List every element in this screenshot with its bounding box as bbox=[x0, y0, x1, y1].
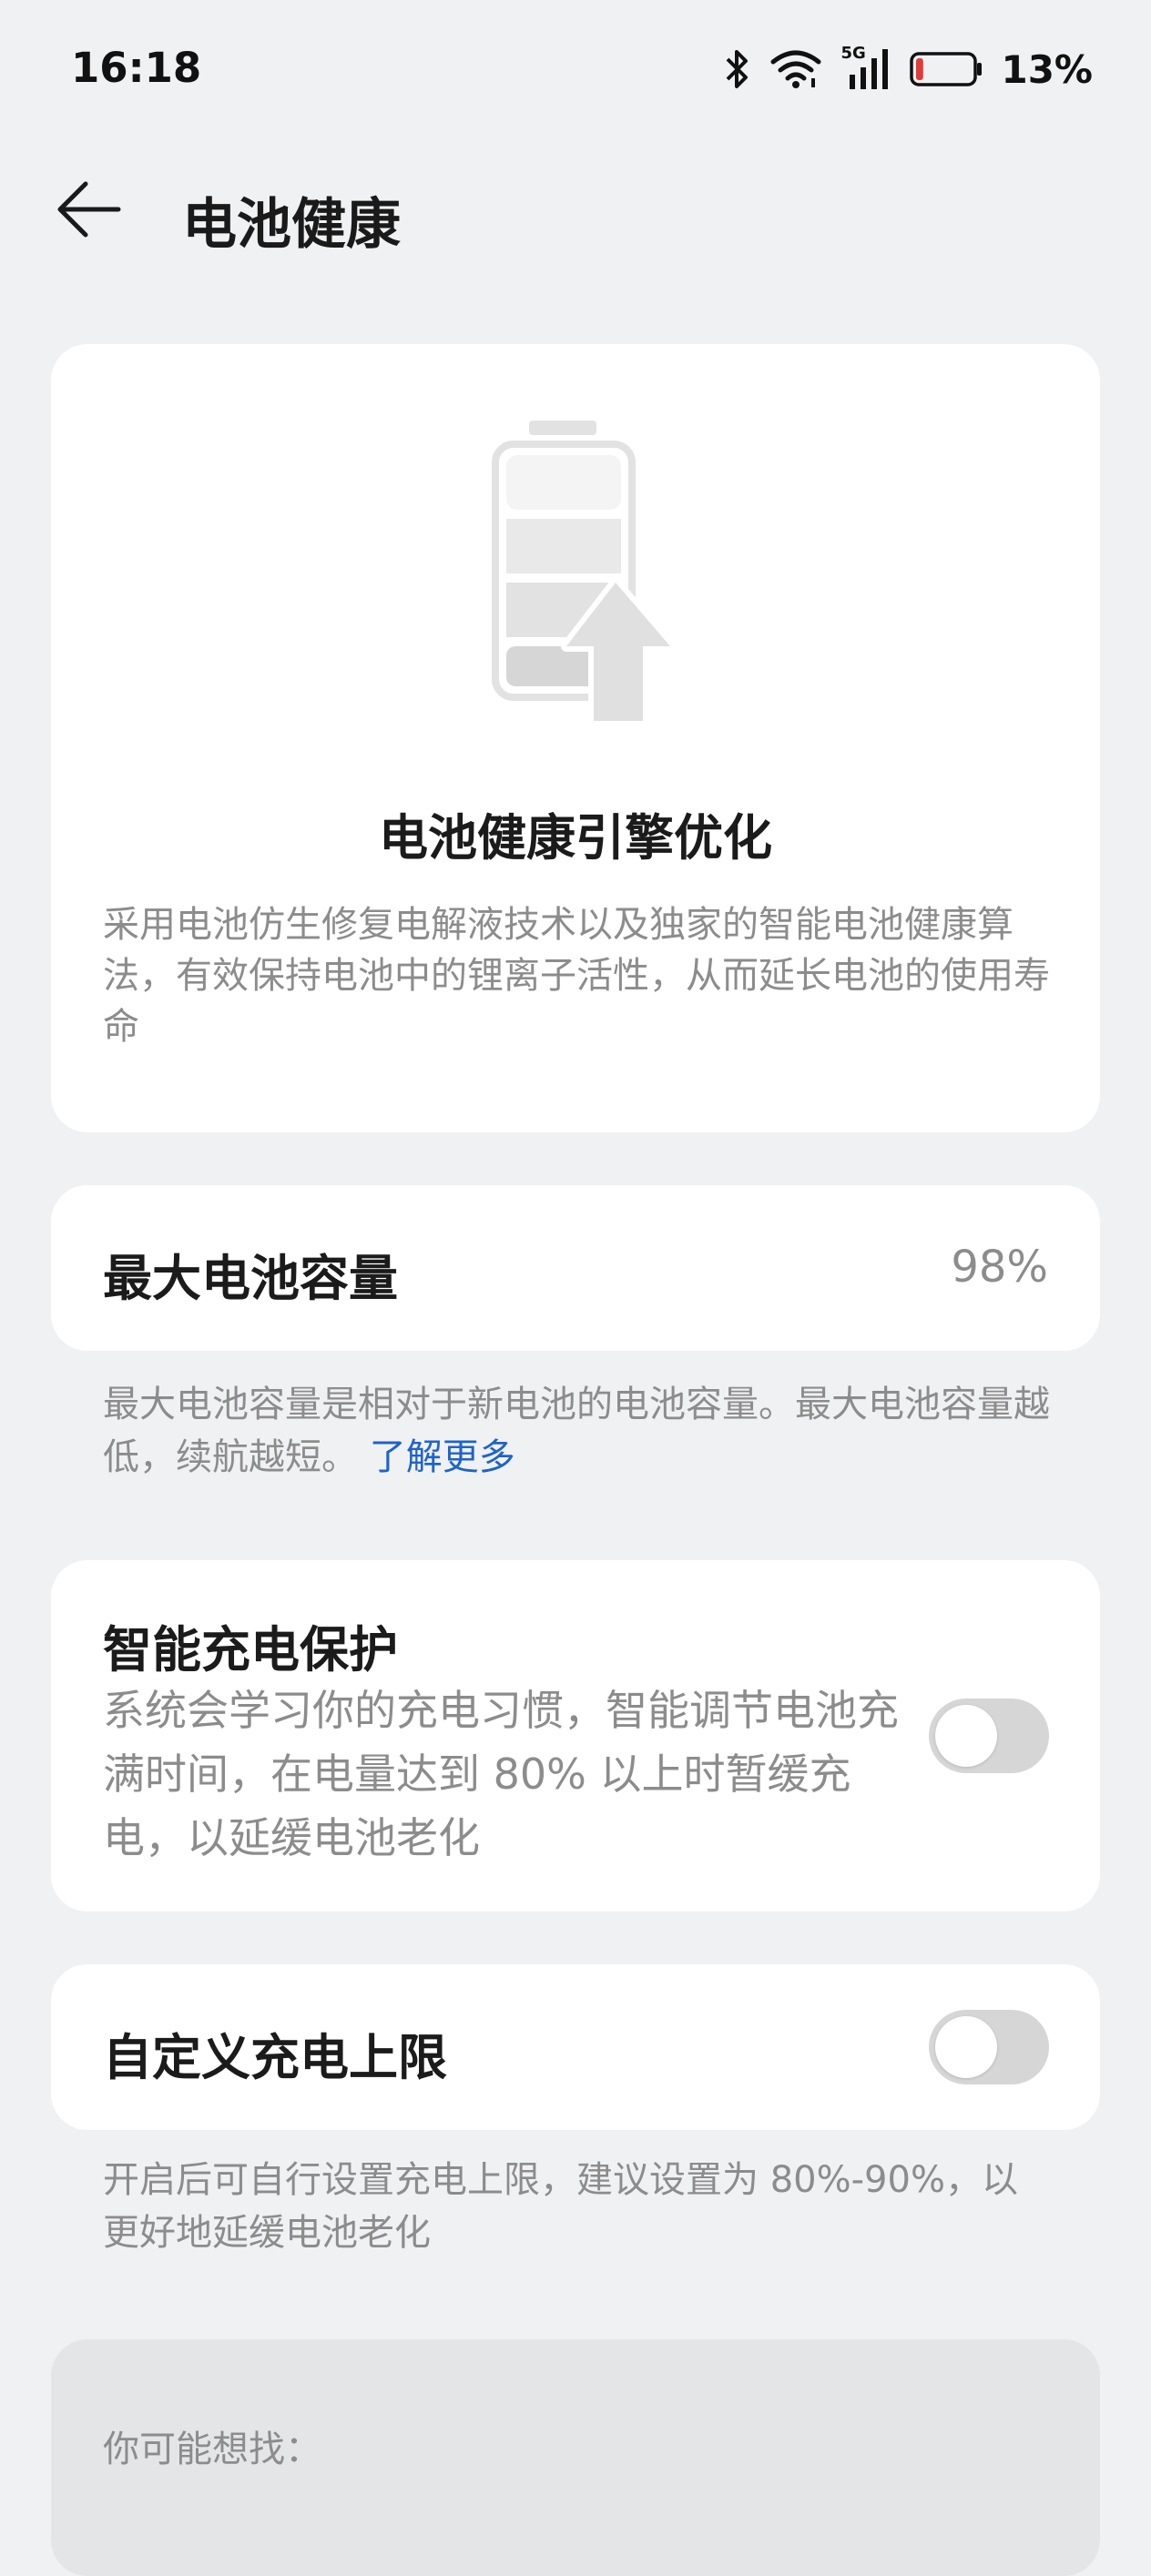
hero-title: 电池健康引擎优化 bbox=[379, 809, 772, 867]
toggle-knob bbox=[935, 1705, 997, 1767]
battery-percentage: 13% bbox=[1001, 46, 1093, 92]
learn-more-link[interactable]: 了解更多 bbox=[370, 1436, 515, 1478]
smart-charging-card: 智能充电保护 系统会学习你的充电习惯，智能调节电池充满时间，在电量达到 80% … bbox=[51, 1560, 1100, 1912]
max-capacity-label: 最大电池容量 bbox=[103, 1250, 398, 1307]
toggle-knob bbox=[935, 2016, 997, 2078]
capacity-note: 最大电池容量是相对于新电池的电池容量。最大电池容量越低，续航越短。 了解更多 bbox=[103, 1378, 1050, 1484]
battery-engine-card: 电池健康引擎优化 采用电池仿生修复电解液技术以及独家的智能电池健康算法，有效保持… bbox=[51, 344, 1100, 1132]
hero-description: 采用电池仿生修复电解液技术以及独家的智能电池健康算法，有效保持电池中的锂离子活性… bbox=[103, 904, 1050, 1048]
arrow-left-icon[interactable] bbox=[53, 180, 124, 238]
status-bar: 16:18 5G 13% bbox=[0, 0, 1151, 137]
wifi-icon bbox=[770, 50, 821, 88]
suggestions-card: 你可能想找： bbox=[51, 2339, 1100, 2576]
signal-5g-icon: 5G bbox=[840, 44, 891, 91]
battery-icon bbox=[910, 52, 983, 86]
bluetooth-icon bbox=[727, 50, 749, 88]
charge-limit-note: 开启后可自行设置充电上限，建议设置为 80%-90%，以更好地延缓电池老化 bbox=[103, 2159, 1018, 2254]
smart-charging-toggle[interactable] bbox=[929, 1699, 1049, 1773]
smart-charging-description: 系统会学习你的充电习惯，智能调节电池充满时间，在电量达到 80% 以上时暂缓充电… bbox=[103, 1686, 899, 1862]
smart-charging-label: 智能充电保护 bbox=[103, 1621, 398, 1678]
status-icons: 5G 13% bbox=[724, 42, 1093, 96]
page-title: 电池健康 bbox=[182, 193, 401, 257]
charge-limit-label: 自定义充电上限 bbox=[103, 2029, 447, 2086]
battery-boost-icon bbox=[492, 421, 676, 725]
status-time: 16:18 bbox=[71, 44, 202, 92]
max-capacity-row: 最大电池容量 98% bbox=[51, 1185, 1100, 1351]
max-capacity-value: 98% bbox=[951, 1242, 1048, 1293]
charge-limit-toggle[interactable] bbox=[929, 2010, 1049, 2084]
header: 电池健康 bbox=[0, 146, 1151, 273]
charge-limit-row: 自定义充电上限 bbox=[51, 1964, 1100, 2130]
suggestions-title: 你可能想找： bbox=[103, 2429, 321, 2470]
capacity-note-text: 最大电池容量是相对于新电池的电池容量。最大电池容量越低，续航越短。 bbox=[103, 1384, 1050, 1478]
